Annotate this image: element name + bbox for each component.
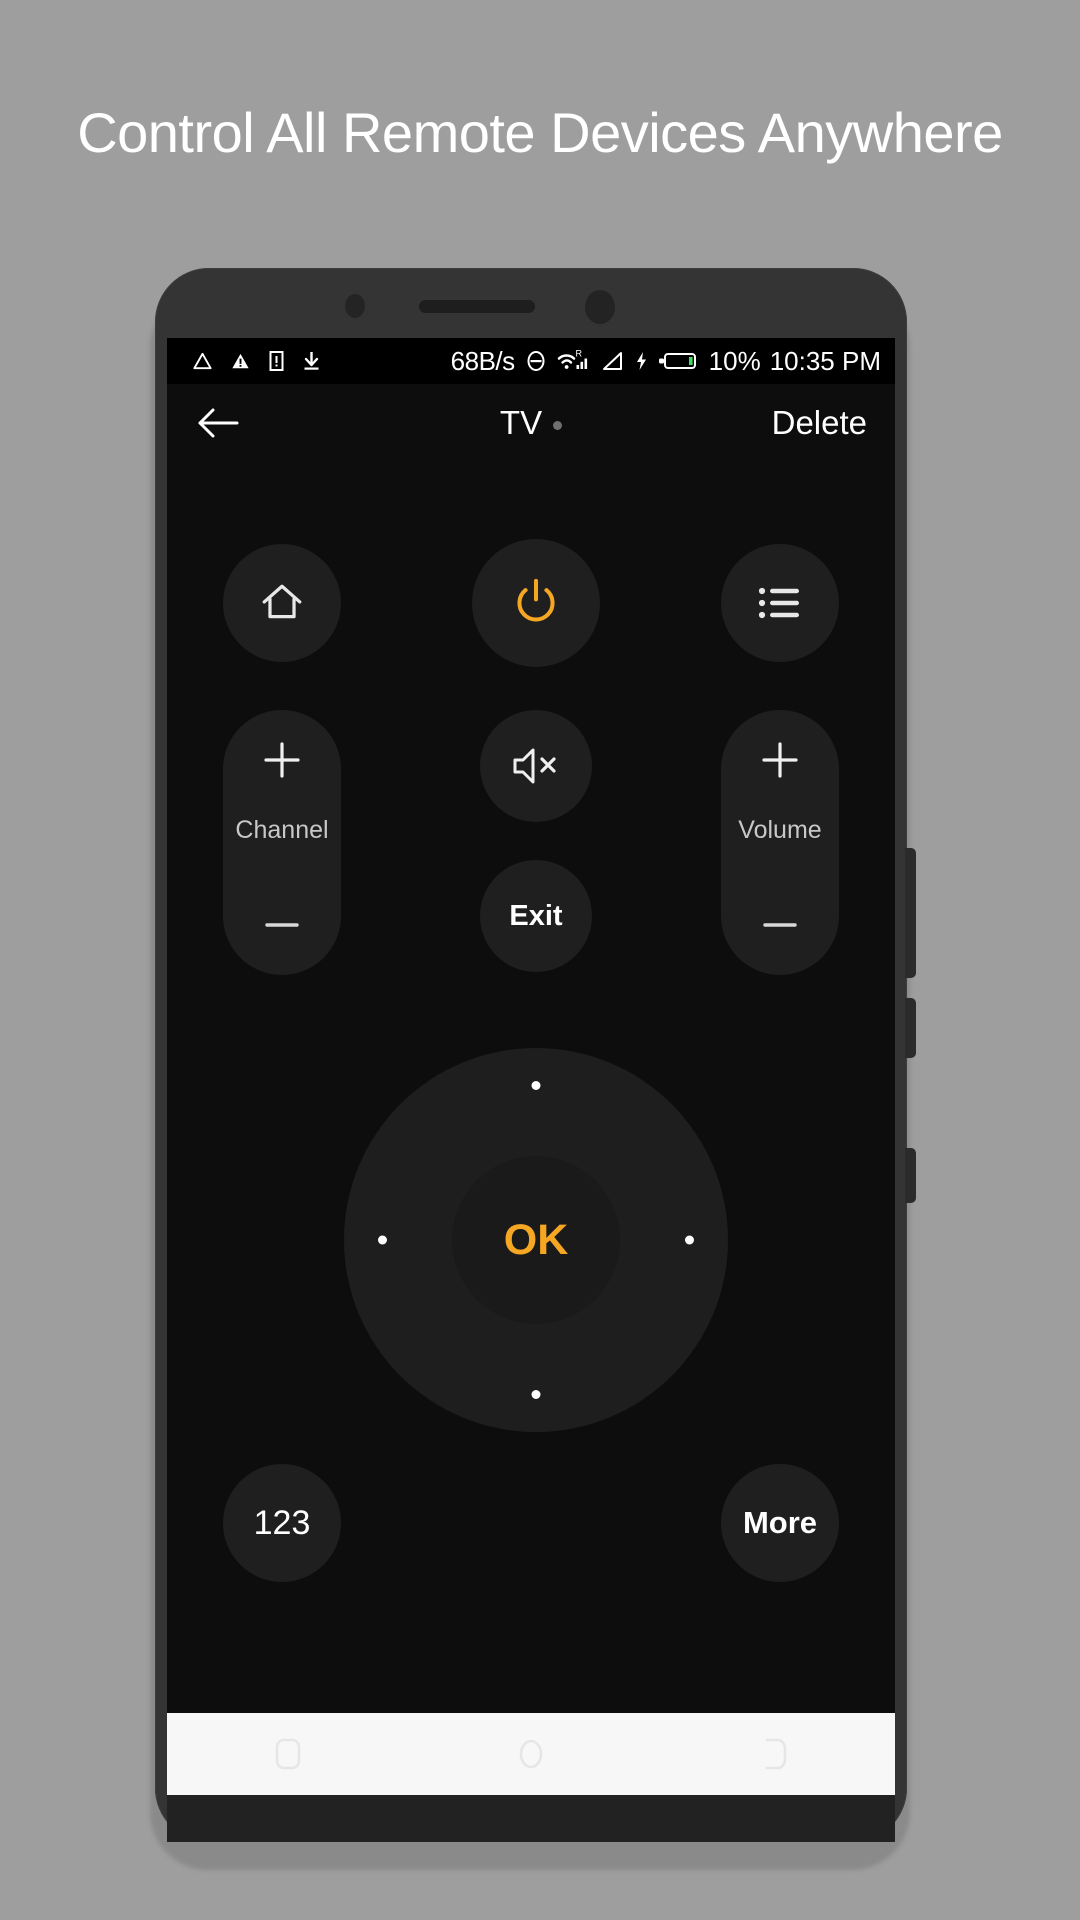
volume-up-hw-button[interactable] <box>905 848 916 978</box>
do-not-disturb-icon <box>524 349 548 373</box>
phone-frame: 68B/s R 10% 10:35 PM TV Delete Channel V… <box>155 268 916 1842</box>
channel-up-button[interactable] <box>223 710 341 810</box>
page-title: Control All Remote Devices Anywhere <box>77 101 1003 164</box>
exit-button[interactable]: Exit <box>480 860 592 972</box>
dpad-down-dot[interactable] <box>531 1390 541 1399</box>
plus-icon <box>260 738 304 782</box>
home-button[interactable] <box>223 544 341 662</box>
battery-icon <box>658 350 700 372</box>
dpad-right-dot[interactable] <box>685 1235 694 1245</box>
status-bar-left-icons <box>191 349 322 373</box>
mute-button[interactable] <box>480 710 592 822</box>
menu-list-button[interactable] <box>721 544 839 662</box>
sim-alert-icon <box>267 349 286 373</box>
connection-status-dot <box>553 420 563 430</box>
delete-button[interactable]: Delete <box>772 404 867 442</box>
numpad-button[interactable]: 123 <box>223 1464 341 1582</box>
volume-down-hw-button[interactable] <box>905 998 916 1058</box>
more-button[interactable]: More <box>721 1464 839 1582</box>
volume-down-button[interactable] <box>721 875 839 975</box>
device-title-label: TV <box>499 404 543 441</box>
plus-icon <box>758 738 802 782</box>
channel-down-button[interactable] <box>223 875 341 975</box>
charging-bolt-icon <box>634 350 649 372</box>
channel-control: Channel <box>223 710 341 975</box>
phone-top-bezel <box>155 268 907 338</box>
mute-speaker-icon <box>509 745 563 787</box>
volume-label: Volume <box>738 816 822 844</box>
app-bar: TV Delete <box>167 384 895 462</box>
list-icon <box>757 583 803 623</box>
phone-screen: 68B/s R 10% 10:35 PM TV Delete Channel V… <box>167 338 895 1713</box>
back-arrow-icon[interactable] <box>195 400 241 446</box>
power-icon <box>509 576 563 630</box>
warning-triangle-icon <box>229 350 252 373</box>
power-hw-button[interactable] <box>905 1148 916 1203</box>
battery-percent-label: 10% <box>708 345 761 376</box>
minus-icon <box>260 903 304 947</box>
remote-control-panel: Channel Volume Exit OK 123 More <box>167 462 895 1713</box>
recents-square-icon[interactable] <box>253 1719 323 1789</box>
dpad-control[interactable]: OK <box>344 1048 728 1432</box>
status-bar: 68B/s R 10% 10:35 PM <box>167 338 895 384</box>
svg-text:R: R <box>575 349 582 359</box>
status-bar-right-icons: 68B/s R 10% 10:35 PM <box>451 346 881 377</box>
home-circle-icon[interactable] <box>496 1719 566 1789</box>
proximity-sensor <box>585 290 615 324</box>
download-icon <box>301 349 322 373</box>
earpiece-speaker <box>419 300 535 313</box>
power-button[interactable] <box>472 539 600 667</box>
volume-control: Volume <box>721 710 839 975</box>
wifi-roaming-icon: R <box>557 348 591 374</box>
phone-bottom-chin <box>167 1795 895 1842</box>
channel-label: Channel <box>235 816 329 844</box>
minus-icon <box>758 903 802 947</box>
front-camera <box>345 294 365 318</box>
dpad-up-dot[interactable] <box>531 1081 541 1090</box>
dpad-left-dot[interactable] <box>378 1235 387 1245</box>
back-shape-icon[interactable] <box>739 1719 809 1789</box>
ok-button[interactable]: OK <box>452 1156 620 1324</box>
network-speed-label: 68B/s <box>450 345 516 376</box>
signal-triangle-icon <box>600 350 625 372</box>
android-nav-bar <box>167 1713 895 1795</box>
volume-up-button[interactable] <box>721 710 839 810</box>
home-icon <box>259 580 305 626</box>
clock-label: 10:35 PM <box>769 345 881 376</box>
developer-triangle-icon <box>191 350 214 373</box>
